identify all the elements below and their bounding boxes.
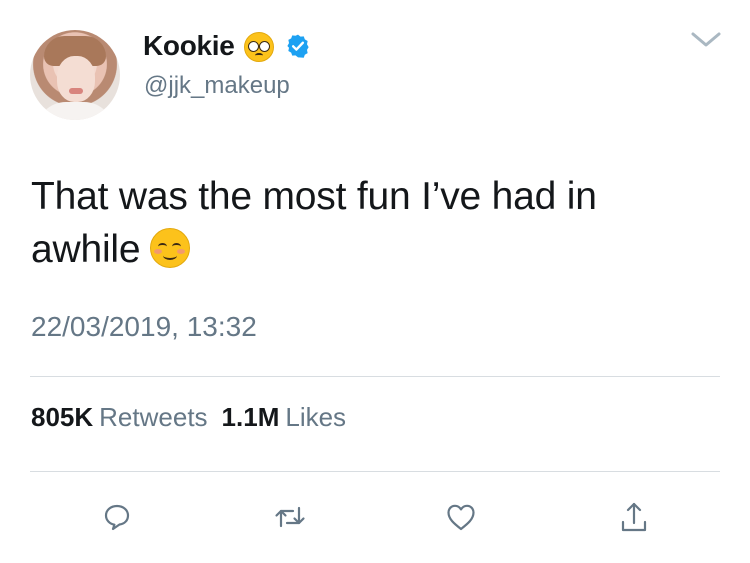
- emoji-cheek-right: [177, 249, 186, 254]
- divider-bottom: [30, 471, 720, 472]
- like-icon: [447, 504, 475, 531]
- divider-top: [30, 376, 720, 377]
- emoji-cheek-left: [154, 249, 163, 254]
- display-name[interactable]: Kookie: [143, 29, 235, 63]
- tweet-text-line1: That was the most fun I’ve had in: [31, 175, 597, 218]
- avatar-shirt: [36, 102, 114, 120]
- like-button[interactable]: [441, 497, 481, 537]
- tweet-text-line2: awhile: [31, 228, 141, 271]
- avatar-lips: [69, 88, 83, 94]
- verified-badge-icon: [287, 34, 309, 58]
- likes-count[interactable]: 1.1M: [222, 402, 280, 432]
- emoji-eye-right: [259, 41, 270, 52]
- tweet-timestamp[interactable]: 22/03/2019, 13:32: [31, 310, 257, 344]
- emoji-eye-left: [248, 41, 259, 52]
- retweets-label[interactable]: Retweets: [99, 402, 207, 432]
- likes-label[interactable]: Likes: [285, 402, 346, 432]
- avatar[interactable]: [30, 30, 120, 120]
- retweets-count[interactable]: 805K: [31, 402, 93, 432]
- avatar-face: [57, 56, 95, 102]
- share-icon: [621, 502, 647, 532]
- pleading-face-emoji: [244, 32, 274, 62]
- user-handle[interactable]: @jjk_makeup: [144, 71, 290, 101]
- emoji-mouth: [163, 251, 178, 260]
- reply-button[interactable]: [97, 497, 137, 537]
- tweet-text: That was the most fun I’ve had in awhile: [31, 170, 701, 276]
- smiling-face-emoji: [150, 228, 191, 268]
- share-button[interactable]: [614, 497, 654, 537]
- tweet-text-line2-wrap: awhile: [31, 223, 701, 276]
- reply-icon: [104, 504, 130, 531]
- retweet-button[interactable]: [270, 497, 310, 537]
- chevron-down-icon[interactable]: [690, 30, 722, 50]
- emoji-mouth: [255, 53, 263, 58]
- tweet-stats: 805K Retweets 1.1M Likes: [31, 400, 360, 434]
- retweet-icon: [275, 506, 305, 528]
